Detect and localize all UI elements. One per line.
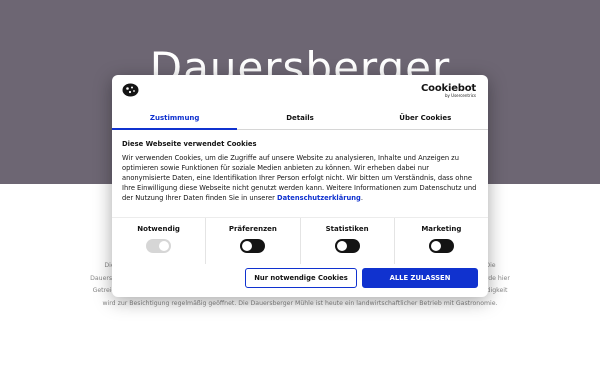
cookiebot-logo: Cookiebot by Usercentrics: [421, 83, 476, 98]
switch-notwendig: [146, 239, 172, 253]
cookie-consent-dialog: Cookiebot by Usercentrics Zustimmung Det…: [112, 75, 488, 297]
privacy-policy-link[interactable]: Datenschutzerklärung: [277, 194, 361, 202]
toggle-label-marketing: Marketing: [421, 225, 462, 233]
toggle-label-notwendig: Notwendig: [137, 225, 180, 233]
toggle-notwendig: Notwendig: [112, 218, 207, 264]
tab-ueber-cookies[interactable]: Über Cookies: [363, 107, 488, 129]
dialog-body: Diese Webseite verwendet Cookies Wir ver…: [122, 140, 478, 203]
dialog-tabs: Zustimmung Details Über Cookies: [112, 107, 488, 130]
consent-toggles: Notwendig Präferenzen Statistiken Market…: [112, 217, 488, 264]
switch-statistiken[interactable]: [334, 239, 360, 253]
switch-knob: [430, 241, 441, 251]
dialog-paragraph: Wir verwenden Cookies, um die Zugriffe a…: [122, 153, 478, 203]
switch-knob: [336, 241, 347, 251]
switch-marketing[interactable]: [428, 239, 454, 253]
dialog-heading: Diese Webseite verwendet Cookies: [122, 140, 257, 148]
toggle-label-statistiken: Statistiken: [325, 225, 369, 233]
toggle-marketing: Marketing: [395, 218, 488, 264]
tab-details[interactable]: Details: [237, 107, 362, 129]
allow-all-button[interactable]: ALLE ZULASSEN: [362, 268, 478, 288]
paragraph-end: .: [360, 194, 363, 202]
toggle-praeferenzen: Präferenzen: [206, 218, 301, 264]
switch-knob: [242, 241, 253, 251]
dialog-buttons: Nur notwendige Cookies ALLE ZULASSEN: [112, 265, 488, 297]
toggle-statistiken: Statistiken: [301, 218, 395, 264]
toggle-label-praeferenzen: Präferenzen: [228, 225, 277, 233]
switch-knob: [159, 241, 170, 251]
necessary-cookies-button[interactable]: Nur notwendige Cookies: [245, 268, 357, 288]
cookie-icon: [122, 83, 139, 97]
dialog-header: Cookiebot by Usercentrics: [112, 75, 488, 107]
tab-zustimmung[interactable]: Zustimmung: [112, 107, 238, 130]
switch-praeferenzen[interactable]: [240, 239, 266, 253]
